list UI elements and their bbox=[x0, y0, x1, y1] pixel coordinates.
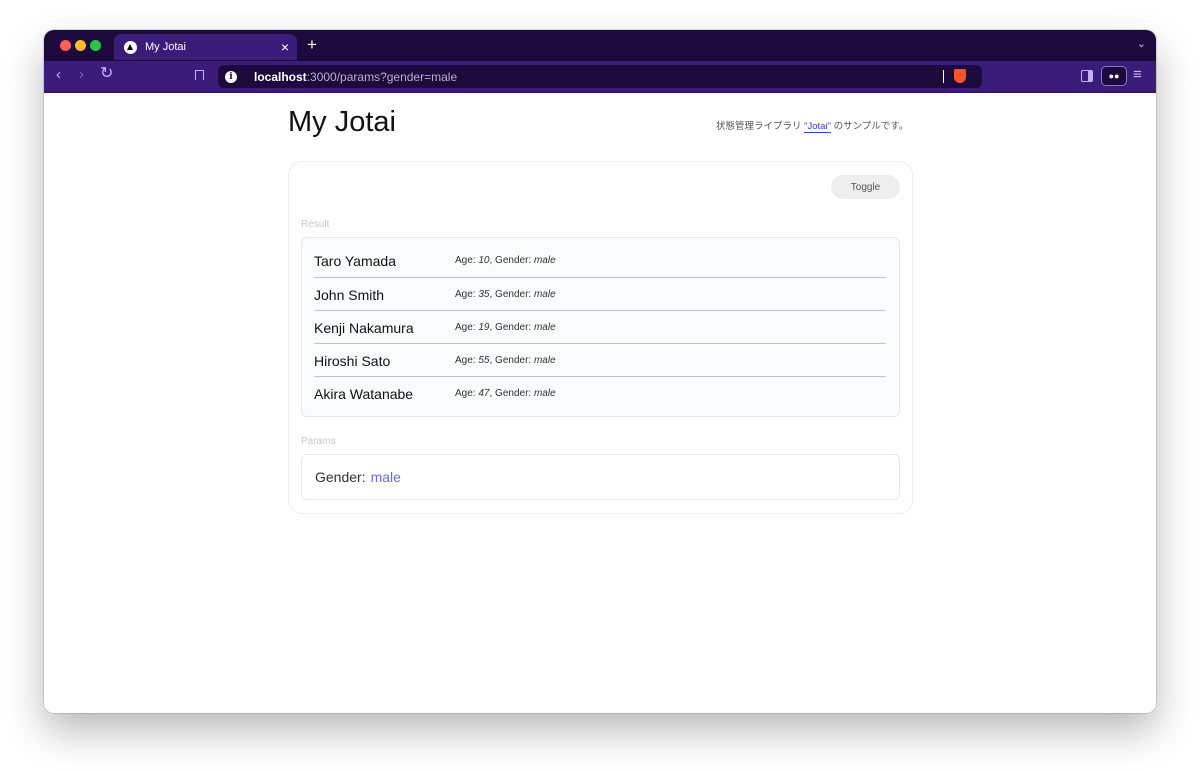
list-item: Kenji Nakamura Age: 19, Gender: male bbox=[314, 310, 886, 344]
params-section-label: Params bbox=[301, 436, 336, 447]
zoom-window-button[interactable] bbox=[90, 40, 101, 51]
url-path: :3000/params?gender=male bbox=[306, 69, 458, 84]
tab-my-jotai[interactable]: My Jotai × bbox=[114, 34, 297, 60]
page-title: My Jotai bbox=[288, 106, 396, 138]
menu-icon[interactable]: ≡ bbox=[1133, 67, 1142, 82]
url-host: localhost bbox=[254, 69, 307, 84]
jotai-link[interactable]: "Jotai" bbox=[804, 121, 831, 133]
person-meta: Age: 47, Gender: male bbox=[455, 388, 556, 399]
page-subtitle: 状態管理ライブラリ "Jotai" のサンプルです。 bbox=[716, 118, 909, 133]
toggle-button[interactable]: Toggle bbox=[831, 175, 900, 199]
sidebar-icon[interactable] bbox=[1081, 70, 1093, 82]
favicon-icon bbox=[124, 40, 137, 54]
forward-icon[interactable]: › bbox=[79, 67, 84, 82]
list-item: John Smith Age: 35, Gender: male bbox=[314, 277, 886, 311]
main-card: Toggle Result Taro Yamada Age: 10, Gende… bbox=[288, 161, 913, 514]
person-name: Akira Watanabe bbox=[314, 385, 414, 402]
address-bar[interactable]: i localhost :3000/params?gender=male bbox=[218, 65, 982, 88]
tab-close-icon[interactable]: × bbox=[281, 40, 289, 54]
browser-window: My Jotai × + ⌄ ‹ › ↻ i localhost :3000/p… bbox=[44, 30, 1156, 713]
back-icon[interactable]: ‹ bbox=[56, 67, 61, 82]
tab-title: My Jotai bbox=[145, 41, 186, 53]
browser-toolbar: ‹ › ↻ i localhost :3000/params?gender=ma… bbox=[44, 61, 1156, 93]
new-tab-button[interactable]: + bbox=[307, 36, 317, 53]
person-meta: Age: 19, Gender: male bbox=[455, 322, 556, 333]
title-bar: My Jotai × + ⌄ bbox=[44, 30, 1156, 61]
person-meta: Age: 10, Gender: male bbox=[455, 255, 556, 266]
list-item: Taro Yamada Age: 10, Gender: male bbox=[314, 244, 886, 277]
minimize-window-button[interactable] bbox=[75, 40, 86, 51]
tab-list-chevron-icon[interactable]: ⌄ bbox=[1137, 37, 1146, 50]
brave-shield-icon[interactable] bbox=[954, 69, 966, 83]
private-glasses-icon[interactable]: ●● bbox=[1101, 66, 1127, 86]
person-name: Kenji Nakamura bbox=[314, 319, 414, 336]
person-name: Hiroshi Sato bbox=[314, 352, 391, 369]
site-info-icon[interactable]: i bbox=[225, 70, 237, 83]
bookmark-icon[interactable] bbox=[195, 70, 204, 80]
page-content: My Jotai 状態管理ライブラリ "Jotai" のサンプルです。 Togg… bbox=[44, 93, 1156, 713]
result-list: Taro Yamada Age: 10, Gender: male John S… bbox=[301, 237, 900, 417]
params-value: male bbox=[370, 469, 401, 485]
person-meta: Age: 55, Gender: male bbox=[455, 355, 556, 366]
subtitle-prefix: 状態管理ライブラリ bbox=[716, 121, 805, 132]
list-item: Hiroshi Sato Age: 55, Gender: male bbox=[314, 343, 886, 377]
person-meta: Age: 35, Gender: male bbox=[455, 289, 556, 300]
text-cursor bbox=[943, 70, 944, 83]
params-box: Gender: male bbox=[301, 454, 900, 500]
person-name: John Smith bbox=[314, 286, 385, 303]
list-item: Akira Watanabe Age: 47, Gender: male bbox=[314, 376, 886, 410]
params-key: Gender: bbox=[315, 469, 366, 485]
person-name: Taro Yamada bbox=[314, 252, 396, 269]
subtitle-suffix: のサンプルです。 bbox=[830, 121, 909, 132]
result-section-label: Result bbox=[301, 219, 330, 230]
close-window-button[interactable] bbox=[60, 40, 71, 51]
reload-icon[interactable]: ↻ bbox=[100, 66, 113, 82]
